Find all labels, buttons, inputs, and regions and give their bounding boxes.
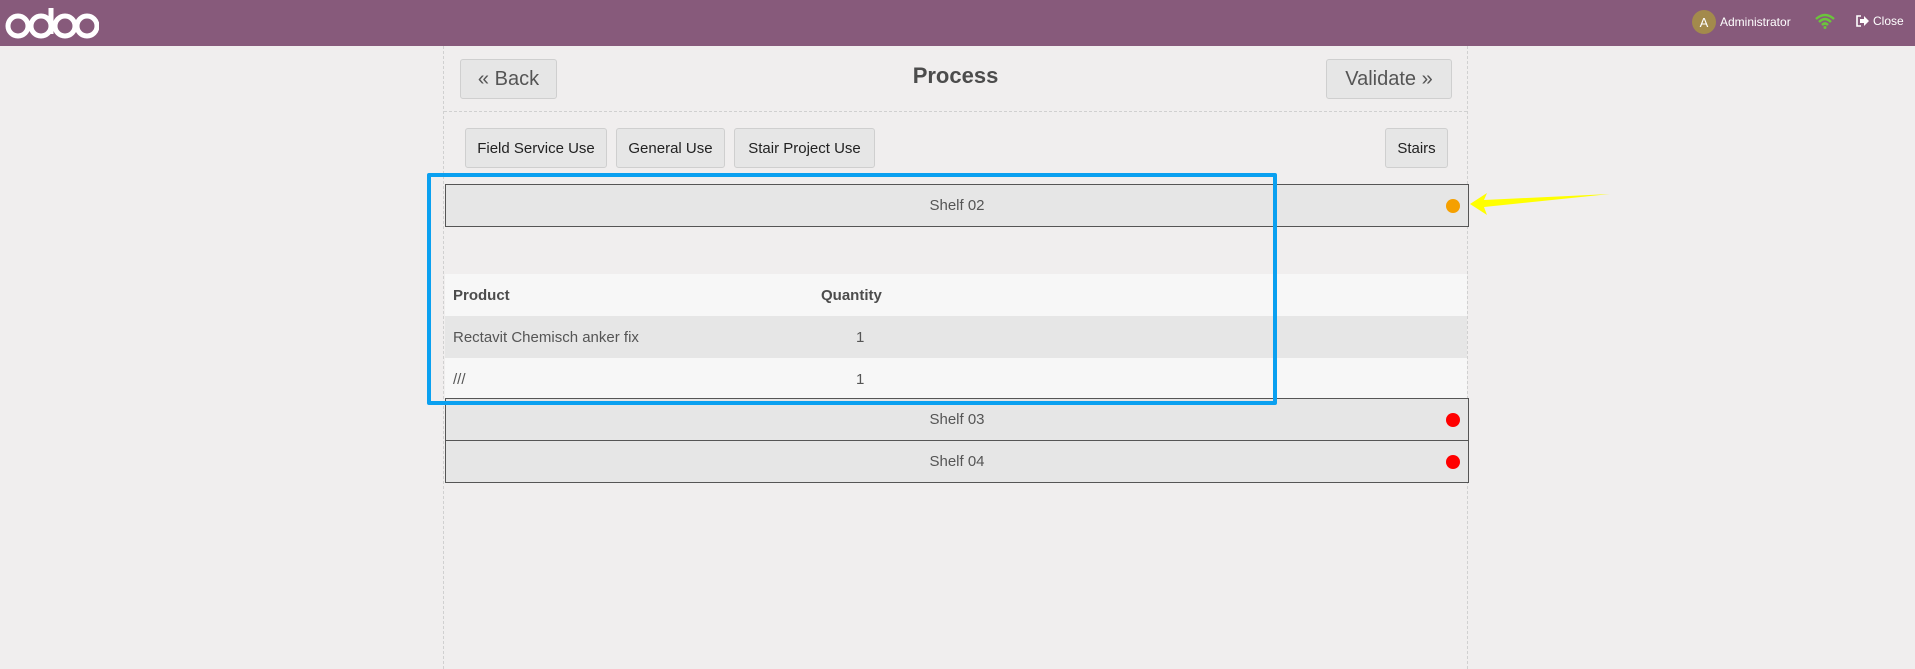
sign-out-icon xyxy=(1856,15,1869,27)
status-dot-icon xyxy=(1446,455,1460,469)
column-header-product: Product xyxy=(453,286,510,304)
wifi-icon xyxy=(1815,13,1835,29)
table-header-row: Product Quantity xyxy=(445,274,1467,316)
shelf-name: Shelf 03 xyxy=(929,411,985,428)
shelf-header-shelf-03[interactable]: Shelf 03 xyxy=(445,398,1469,441)
filter-stairs[interactable]: Stairs xyxy=(1385,128,1448,168)
user-name: Administrator xyxy=(1720,15,1791,29)
filter-general-use[interactable]: General Use xyxy=(616,128,725,168)
filter-field-service-use[interactable]: Field Service Use xyxy=(465,128,607,168)
shelf-name: Shelf 04 xyxy=(929,453,985,470)
table-row[interactable]: /// 1 xyxy=(445,358,1467,400)
odoo-logo[interactable] xyxy=(4,4,99,42)
column-header-quantity: Quantity xyxy=(821,286,882,304)
shelf-header-shelf-04[interactable]: Shelf 04 xyxy=(445,440,1469,483)
page-title: Process xyxy=(912,63,999,88)
process-panel: « Back Process Validate » Field Service … xyxy=(443,46,1469,669)
close-label: Close xyxy=(1873,14,1904,28)
status-dot-icon xyxy=(1446,413,1460,427)
avatar: A xyxy=(1692,10,1716,34)
user-menu[interactable]: A Administrator xyxy=(1692,10,1791,34)
annotation-arrow-icon xyxy=(1470,193,1610,215)
quantity-cell: 1 xyxy=(856,370,865,388)
product-cell: Rectavit Chemisch anker fix xyxy=(453,328,639,346)
validate-button[interactable]: Validate » xyxy=(1326,59,1452,99)
product-cell: /// xyxy=(453,370,466,388)
filter-stair-project-use[interactable]: Stair Project Use xyxy=(734,128,875,168)
close-button[interactable]: Close xyxy=(1856,14,1904,28)
quantity-cell: 1 xyxy=(856,328,865,346)
shelf-name: Shelf 02 xyxy=(929,197,985,214)
process-header: « Back Process Validate » xyxy=(444,46,1467,112)
top-navbar: A Administrator Close xyxy=(0,0,1915,46)
status-dot-icon xyxy=(1446,199,1460,213)
table-row[interactable]: Rectavit Chemisch anker fix 1 xyxy=(445,316,1467,358)
shelf-header-shelf-02[interactable]: Shelf 02 xyxy=(445,184,1469,227)
